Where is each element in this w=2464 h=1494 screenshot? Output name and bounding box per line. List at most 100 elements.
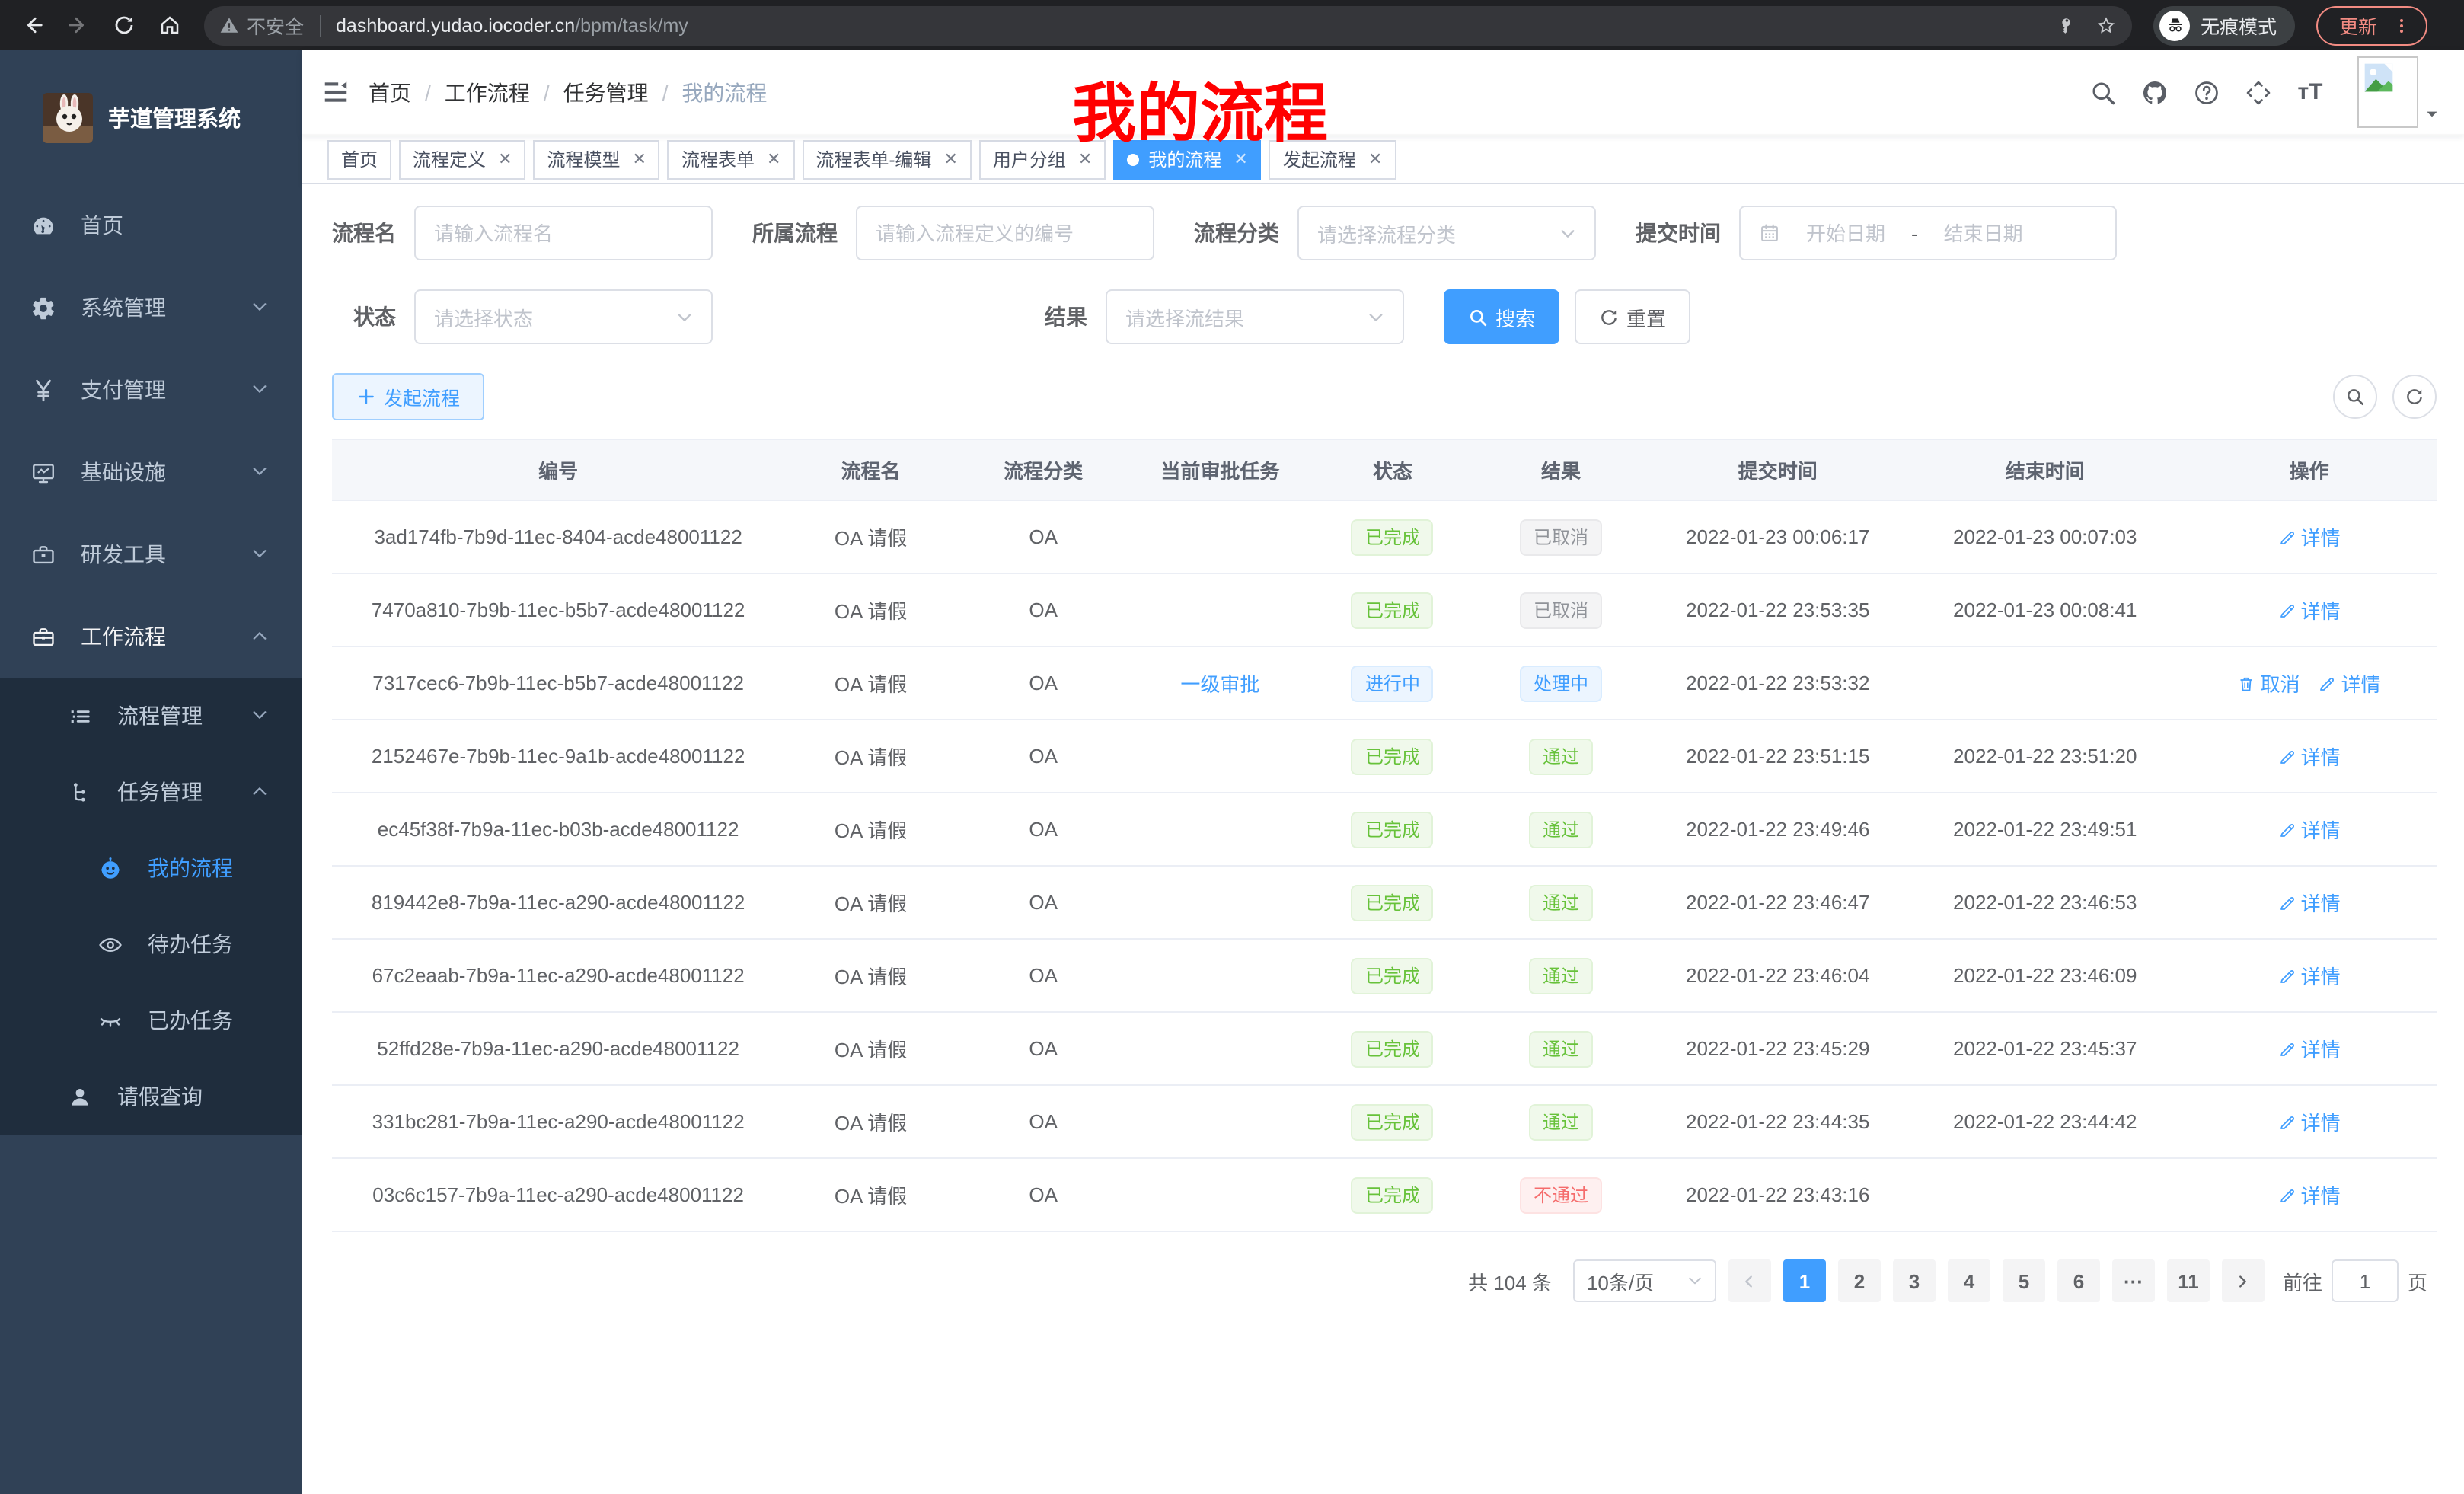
sidebar-fold-icon[interactable]	[302, 49, 369, 135]
sidebar-item-label: 系统管理	[81, 292, 166, 323]
sidebar-item-list[interactable]: 流程管理	[0, 678, 302, 754]
sidebar-logo[interactable]: 芋道管理系统	[0, 50, 302, 184]
tab-close-icon[interactable]: ✕	[1368, 149, 1382, 169]
tab-用户分组[interactable]: 用户分组✕	[979, 139, 1106, 179]
sidebar-item-monitor[interactable]: 基础设施	[0, 431, 302, 513]
breadcrumb-item[interactable]: 首页	[369, 77, 411, 107]
tab-流程定义[interactable]: 流程定义✕	[399, 139, 525, 179]
avatar-caret-down-icon[interactable]	[2424, 101, 2440, 129]
category-select[interactable]: 请选择流程分类	[1297, 206, 1596, 260]
row-action-cancel-link[interactable]: 取消	[2238, 669, 2300, 698]
arrow-left-icon	[1741, 1272, 1758, 1289]
bookmark-star-icon[interactable]	[2095, 14, 2117, 36]
toggle-search-button[interactable]	[2333, 375, 2377, 419]
sidebar-item-user[interactable]: 请假查询	[0, 1058, 302, 1135]
browser-update-button[interactable]: 更新	[2316, 5, 2427, 45]
tab-流程模型[interactable]: 流程模型✕	[534, 139, 660, 179]
row-action-detail-link[interactable]: 详情	[2278, 522, 2341, 551]
submit-time-range[interactable]: -	[1739, 206, 2117, 260]
page-button-1[interactable]: 1	[1783, 1259, 1826, 1302]
page-button-2[interactable]: 2	[1838, 1259, 1881, 1302]
browser-forward-icon[interactable]	[58, 5, 97, 45]
page-button-3[interactable]: 3	[1893, 1259, 1936, 1302]
help-icon[interactable]	[2187, 72, 2226, 112]
table-row: 331bc281-7b9a-11ec-a290-acde48001122OA 请…	[332, 1086, 2437, 1159]
tab-close-icon[interactable]: ✕	[1078, 149, 1092, 169]
row-action-detail-link[interactable]: 详情	[2278, 1034, 2341, 1063]
page-ellipsis[interactable]: ···	[2112, 1259, 2155, 1302]
row-action-detail-link[interactable]: 详情	[2278, 1180, 2341, 1209]
tab-首页[interactable]: 首页	[327, 139, 391, 179]
tab-流程表单-编辑[interactable]: 流程表单-编辑✕	[802, 139, 971, 179]
fullscreen-icon[interactable]	[2239, 72, 2278, 112]
password-key-icon[interactable]	[2056, 14, 2077, 36]
current-task-link[interactable]: 一级审批	[1180, 673, 1259, 696]
refresh-table-button[interactable]	[2392, 375, 2437, 419]
sidebar-item-yen[interactable]: 支付管理	[0, 349, 302, 431]
status-select[interactable]: 请选择状态	[414, 289, 713, 344]
browser-home-icon[interactable]	[149, 5, 189, 45]
page-button-5[interactable]: 5	[2003, 1259, 2045, 1302]
tab-我的流程[interactable]: 我的流程✕	[1113, 139, 1261, 179]
search-button[interactable]: 搜索	[1444, 289, 1559, 344]
edit-icon	[2278, 1186, 2296, 1204]
result-select[interactable]: 请选择流结果	[1106, 289, 1404, 344]
gear-icon	[30, 295, 56, 321]
font-size-icon[interactable]: ᴛT	[2290, 72, 2330, 112]
row-action-detail-link[interactable]: 详情	[2278, 595, 2341, 624]
sidebar-item-tree[interactable]: 任务管理	[0, 754, 302, 830]
incognito-icon	[2159, 10, 2190, 40]
tab-close-icon[interactable]: ✕	[767, 149, 780, 169]
page-size-select[interactable]: 10条/页	[1573, 1259, 1716, 1302]
sidebar-item-eye-closed[interactable]: 已办任务	[0, 982, 302, 1058]
sidebar-item-robot[interactable]: 我的流程	[0, 830, 302, 906]
cell-process-id: 7470a810-7b9b-11ec-b5b7-acde48001122	[332, 592, 784, 627]
process-def-input[interactable]	[856, 206, 1154, 260]
page-button-4[interactable]: 4	[1948, 1259, 1990, 1302]
tab-发起流程[interactable]: 发起流程✕	[1269, 139, 1396, 179]
page-button-11[interactable]: 11	[2167, 1259, 2210, 1302]
browser-toolbar: 不安全 dashboard.yudao.iocoder.cn/bpm/task/…	[0, 0, 2464, 50]
chevron-down-icon	[251, 378, 268, 402]
end-date-input[interactable]	[1927, 222, 2040, 244]
goto-page-input[interactable]	[2332, 1259, 2399, 1302]
create-process-button[interactable]: 发起流程	[332, 373, 484, 420]
sidebar-item-gear[interactable]: 系统管理	[0, 267, 302, 349]
row-action-detail-link[interactable]: 详情	[2278, 888, 2341, 917]
tab-close-icon[interactable]: ✕	[1234, 149, 1247, 169]
sidebar-item-briefcase[interactable]: 工作流程	[0, 595, 302, 678]
process-name-input[interactable]	[414, 206, 713, 260]
browser-reload-icon[interactable]	[104, 5, 143, 45]
header-search-icon[interactable]	[2083, 72, 2123, 112]
tab-close-icon[interactable]: ✕	[498, 149, 512, 169]
start-date-input[interactable]	[1789, 222, 1902, 244]
cell-actions: 详情	[2182, 955, 2436, 996]
page-button-6[interactable]: 6	[2057, 1259, 2100, 1302]
next-page-button[interactable]	[2222, 1259, 2265, 1302]
breadcrumb-item[interactable]: 工作流程	[445, 77, 530, 107]
address-bar[interactable]: 不安全 dashboard.yudao.iocoder.cn/bpm/task/…	[204, 5, 2132, 45]
row-action-detail-link[interactable]: 详情	[2278, 1107, 2341, 1136]
sidebar-item-eye-open[interactable]: 待办任务	[0, 906, 302, 982]
browser-back-icon[interactable]	[12, 5, 52, 45]
user-avatar[interactable]	[2357, 56, 2440, 129]
sidebar-item-toolbox[interactable]: 研发工具	[0, 513, 302, 595]
breadcrumb-item[interactable]: 任务管理	[563, 77, 649, 107]
row-action-detail-link[interactable]: 详情	[2278, 815, 2341, 844]
result-badge: 已取消	[1520, 592, 1602, 628]
chevron-up-icon	[251, 624, 268, 649]
tab-close-icon[interactable]: ✕	[943, 149, 957, 169]
row-action-detail-link[interactable]: 详情	[2278, 961, 2341, 990]
tab-流程表单[interactable]: 流程表单✕	[668, 139, 794, 179]
edit-icon	[2278, 820, 2296, 838]
row-action-detail-link[interactable]: 详情	[2278, 742, 2341, 771]
browser-menu-dots-icon[interactable]	[2392, 16, 2411, 34]
reset-button[interactable]: 重置	[1575, 289, 1690, 344]
github-icon[interactable]	[2135, 72, 2175, 112]
prev-page-button[interactable]	[1728, 1259, 1771, 1302]
cell-actions: 详情	[2182, 1028, 2436, 1069]
sidebar-item-dashboard[interactable]: 首页	[0, 184, 302, 267]
security-warning[interactable]: 不安全	[219, 11, 304, 40]
tab-close-icon[interactable]: ✕	[633, 149, 646, 169]
row-action-detail-link[interactable]: 详情	[2319, 669, 2381, 698]
